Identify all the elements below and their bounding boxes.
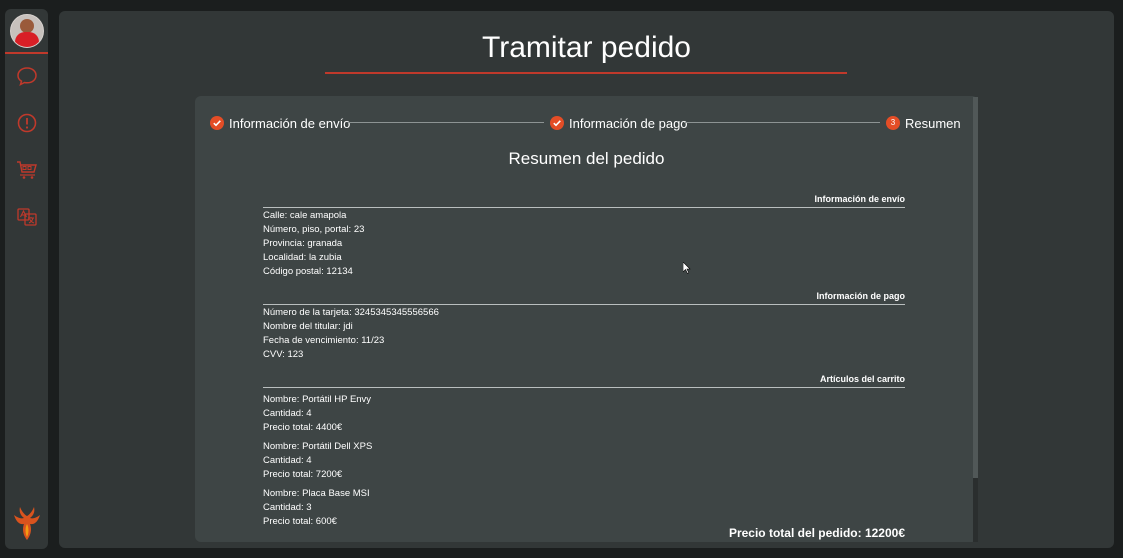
section-divider: [263, 387, 905, 388]
payment-heading: Información de pago: [816, 291, 905, 301]
step-label: Información de envío: [229, 115, 351, 131]
payment-line: Fecha de vencimiento: 11/23: [263, 335, 385, 346]
avatar[interactable]: [10, 14, 44, 48]
step-number-badge: 3: [886, 116, 900, 130]
shipping-line: Número, piso, portal: 23: [263, 224, 365, 235]
shipping-line: Código postal: 12134: [263, 266, 353, 277]
check-circle-icon: [550, 116, 564, 130]
step-label: Información de pago: [569, 115, 688, 131]
scrollbar-thumb[interactable]: [973, 97, 978, 478]
shipping-line: Localidad: la zubia: [263, 252, 342, 263]
chat-bubble-icon[interactable]: [16, 65, 38, 87]
checkout-card: Información de envío Información de pago…: [195, 96, 978, 542]
payment-line: CVV: 123: [263, 349, 304, 360]
cart-item-name: Nombre: Portátil HP Envy: [263, 394, 372, 405]
title-underline: [325, 72, 847, 74]
summary-title: Resumen del pedido: [508, 149, 665, 168]
card-scrollbar[interactable]: [973, 97, 978, 542]
shipping-heading: Información de envío: [814, 194, 905, 204]
shipping-line: Calle: cale amapola: [263, 210, 347, 221]
payment-line: Nombre del titular: jdi: [263, 321, 353, 332]
page-title: Tramitar pedido: [482, 31, 691, 64]
cart-item-quantity: Cantidad: 3: [263, 502, 312, 513]
mouse-pointer-icon: [683, 262, 691, 274]
section-divider: [263, 207, 905, 208]
step-label: Resumen: [905, 115, 961, 131]
step-connector: [684, 122, 880, 123]
phoenix-logo-icon: [14, 507, 40, 540]
step-summary[interactable]: 3 Resumen: [886, 115, 961, 131]
sidebar: [5, 9, 48, 549]
alert-icon[interactable]: [16, 112, 38, 134]
step-payment[interactable]: Información de pago: [550, 115, 688, 131]
avatar-divider: [5, 52, 48, 54]
avatar-body: [15, 32, 39, 47]
shipping-line: Provincia: granada: [263, 238, 343, 249]
cart-item-total: Precio total: 7200€: [263, 469, 343, 480]
cart-item-name: Nombre: Portátil Dell XPS: [263, 441, 373, 452]
avatar-head: [20, 19, 34, 33]
translate-icon[interactable]: [16, 206, 38, 228]
cart-item-total: Precio total: 4400€: [263, 422, 343, 433]
step-shipping[interactable]: Información de envío: [210, 115, 350, 131]
check-circle-icon: [210, 116, 224, 130]
cart-item-quantity: Cantidad: 4: [263, 408, 312, 419]
section-divider: [263, 304, 905, 305]
cart-icon[interactable]: [16, 158, 38, 180]
main-panel: Tramitar pedido Información de envío Inf…: [59, 11, 1114, 548]
cart-item-quantity: Cantidad: 4: [263, 455, 312, 466]
step-connector: [348, 122, 544, 123]
cart-heading: Artículos del carrito: [819, 374, 905, 384]
payment-line: Número de la tarjeta: 3245345345556566: [263, 307, 439, 318]
cart-item-name: Nombre: Placa Base MSI: [263, 488, 370, 499]
order-total: Precio total del pedido: 12200€: [728, 526, 905, 540]
